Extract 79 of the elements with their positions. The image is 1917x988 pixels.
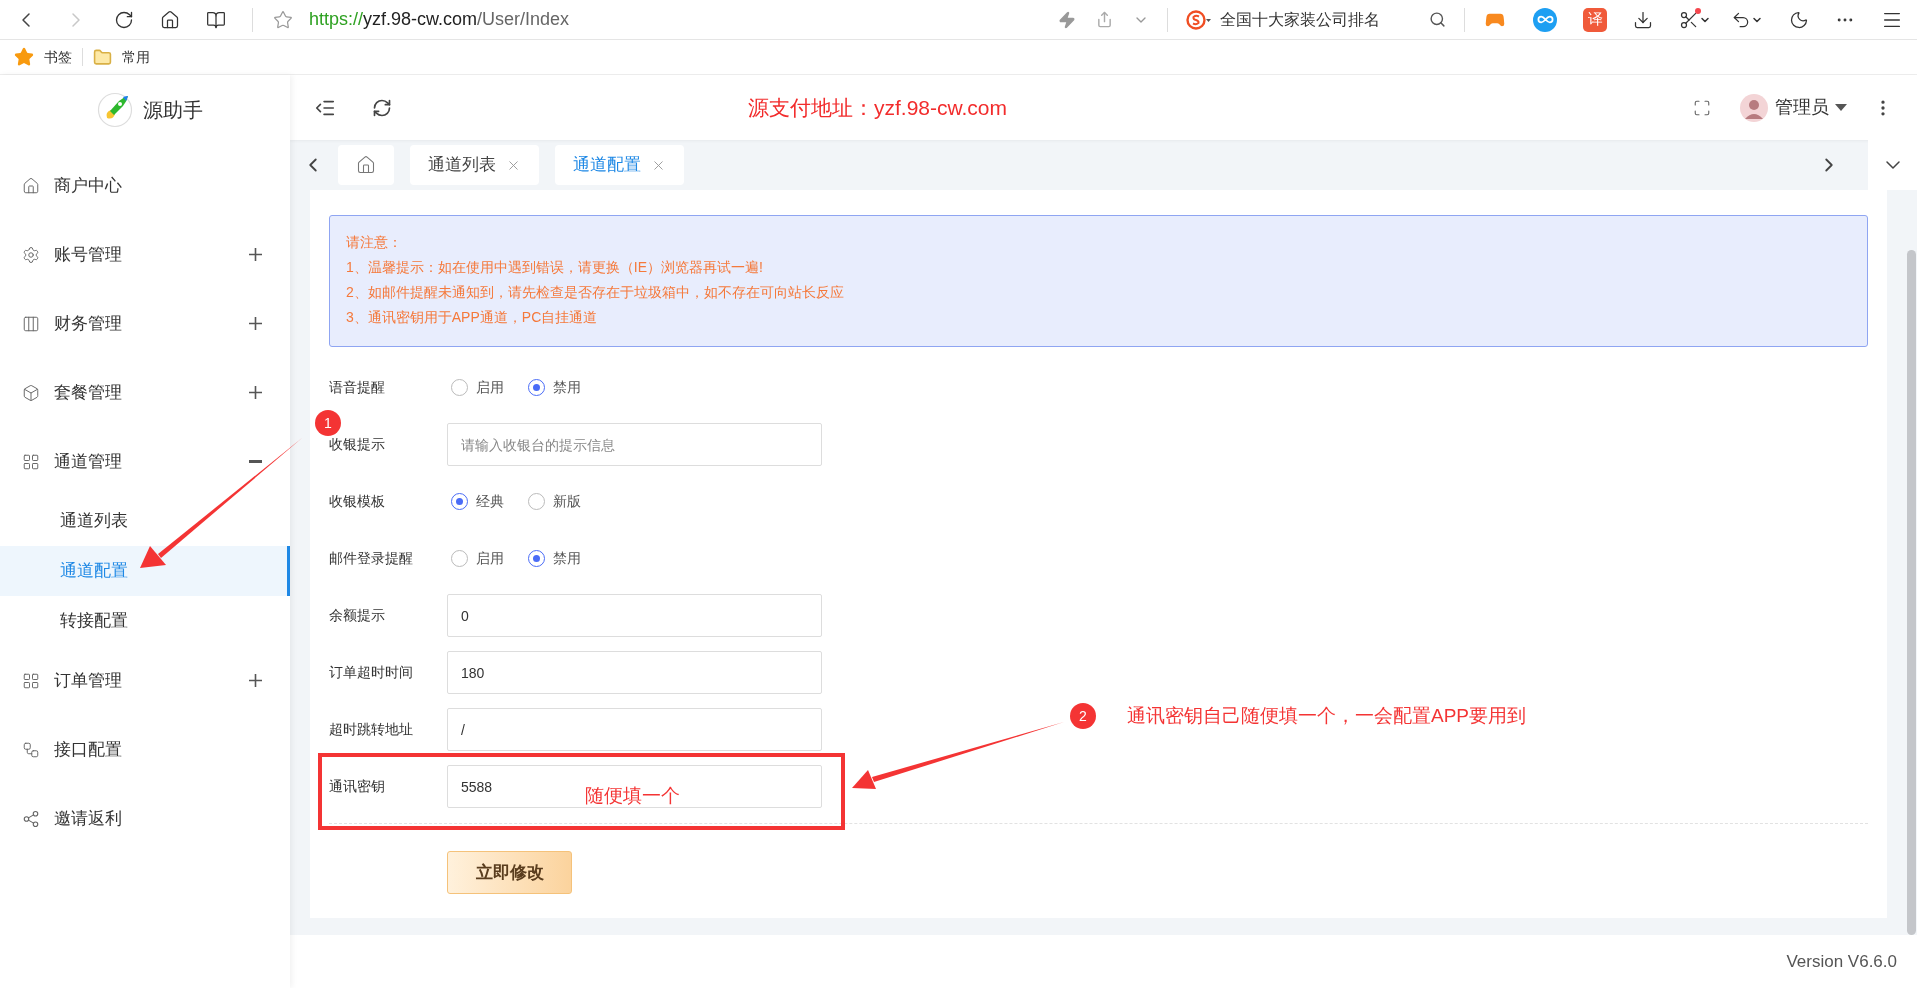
bookmark-item[interactable]: 常用 <box>93 46 150 68</box>
sidebar-item[interactable]: 账号管理 <box>0 220 290 289</box>
expand-icon <box>249 674 262 687</box>
radio-option[interactable]: 新版 <box>528 491 581 512</box>
home-tab[interactable] <box>338 145 394 185</box>
field-label: 余额提示 <box>329 606 386 625</box>
sidebar-item[interactable]: 商户中心 <box>0 151 290 220</box>
sidebar-item[interactable]: 订单管理 <box>0 646 290 715</box>
plug-icon <box>22 740 40 759</box>
sidebar-item[interactable]: 通道管理 <box>0 427 290 496</box>
collapse-icon <box>249 460 262 463</box>
scissors-icon[interactable] <box>1679 9 1711 30</box>
lightning-icon[interactable] <box>1058 10 1076 29</box>
search-icon[interactable] <box>1429 11 1446 28</box>
radio-option[interactable]: 启用 <box>451 377 504 398</box>
download-icon[interactable] <box>1633 9 1653 30</box>
home-icon[interactable] <box>160 9 180 30</box>
field-label: 通讯密钥 <box>329 777 386 796</box>
field-label: 订单超时时间 <box>329 663 414 682</box>
radio-option[interactable]: 经典 <box>451 491 504 512</box>
field-label: 语音提醒 <box>329 378 386 397</box>
radio-option[interactable]: 禁用 <box>528 377 581 398</box>
user-menu[interactable]: 管理员 <box>1739 92 1847 123</box>
app-title: 源助手 <box>143 98 203 123</box>
text-input-field[interactable]: / <box>447 708 822 751</box>
cube-icon <box>22 383 40 402</box>
page-tab[interactable]: 通道列表 <box>410 145 539 185</box>
address-field[interactable]: https://yzf.98-cw.com/User/Index <box>309 6 869 33</box>
version-text: Version V6.6.0 <box>1786 950 1897 973</box>
submit-button[interactable]: 立即修改 <box>447 851 572 894</box>
alert-text: 3、通讯密钥用于APP通道，PC自挂通道 <box>346 308 599 327</box>
annotation-note: 随便填一个 <box>585 784 680 808</box>
field-label: 超时跳转地址 <box>329 720 414 739</box>
star-icon <box>14 47 34 67</box>
radio-option[interactable]: 启用 <box>451 548 504 569</box>
site-address-notice: 源支付地址：yzf.98-cw.com <box>747 94 1007 121</box>
infinity-icon[interactable] <box>1533 7 1557 32</box>
search-engine-icon <box>1186 9 1212 30</box>
submenu-item[interactable]: 转接配置 <box>0 596 290 646</box>
text-input-field[interactable]: 180 <box>447 651 822 694</box>
sidebar-item[interactable]: 邀请返利 <box>0 784 290 853</box>
favorite-icon[interactable] <box>273 9 293 30</box>
radio-option[interactable]: 禁用 <box>528 548 581 569</box>
sidebar-item[interactable]: 财务管理 <box>0 289 290 358</box>
sidebar-item[interactable]: 接口配置 <box>0 715 290 784</box>
grid-icon <box>22 452 40 471</box>
refresh-icon[interactable] <box>372 97 392 118</box>
alert-text: 2、如邮件提醒未通知到，请先检查是否存在于垃圾箱中，如不存在可向站长反应 <box>346 283 845 302</box>
field-label: 邮件登录提醒 <box>329 549 414 568</box>
alert-title: 请注意： <box>346 233 403 252</box>
grid-icon <box>22 671 40 690</box>
page-tab[interactable]: 通道配置 <box>555 145 684 185</box>
rocket-logo-icon <box>97 92 133 128</box>
reload-icon[interactable] <box>114 9 134 30</box>
annotation-note: 通讯密钥自己随便填一个，一会配置APP要用到 <box>1127 704 1527 728</box>
alert-text: 1、温馨提示：如在使用中遇到错误，请更换（IE）浏览器再试一遍! <box>346 258 764 277</box>
scrollbar[interactable] <box>1907 250 1916 935</box>
gear-icon <box>22 245 40 264</box>
expand-icon <box>249 386 262 399</box>
search-field[interactable]: 全国十大家装公司排名 <box>1186 7 1446 32</box>
field-label: 收银模板 <box>329 492 386 511</box>
ledger-icon <box>22 314 40 333</box>
caret-icon <box>1835 103 1847 112</box>
expand-icon <box>249 248 262 261</box>
submenu-item[interactable]: 通道列表 <box>0 496 290 546</box>
avatar-icon <box>1739 92 1769 123</box>
expand-icon <box>249 317 262 330</box>
reader-icon[interactable] <box>206 9 226 30</box>
folder-icon <box>93 47 112 67</box>
home-icon <box>22 176 40 195</box>
moon-icon[interactable] <box>1789 9 1809 30</box>
text-input-field[interactable]: 请输入收银台的提示信息 <box>447 423 822 466</box>
bookmark-item[interactable]: 书签 <box>14 46 72 68</box>
share-icon <box>22 809 40 828</box>
fullscreen-icon[interactable] <box>1693 98 1711 117</box>
text-input-field[interactable]: 0 <box>447 594 822 637</box>
field-label: 收银提示 <box>329 435 386 454</box>
home-icon <box>356 155 376 175</box>
sidebar-item[interactable]: 套餐管理 <box>0 358 290 427</box>
